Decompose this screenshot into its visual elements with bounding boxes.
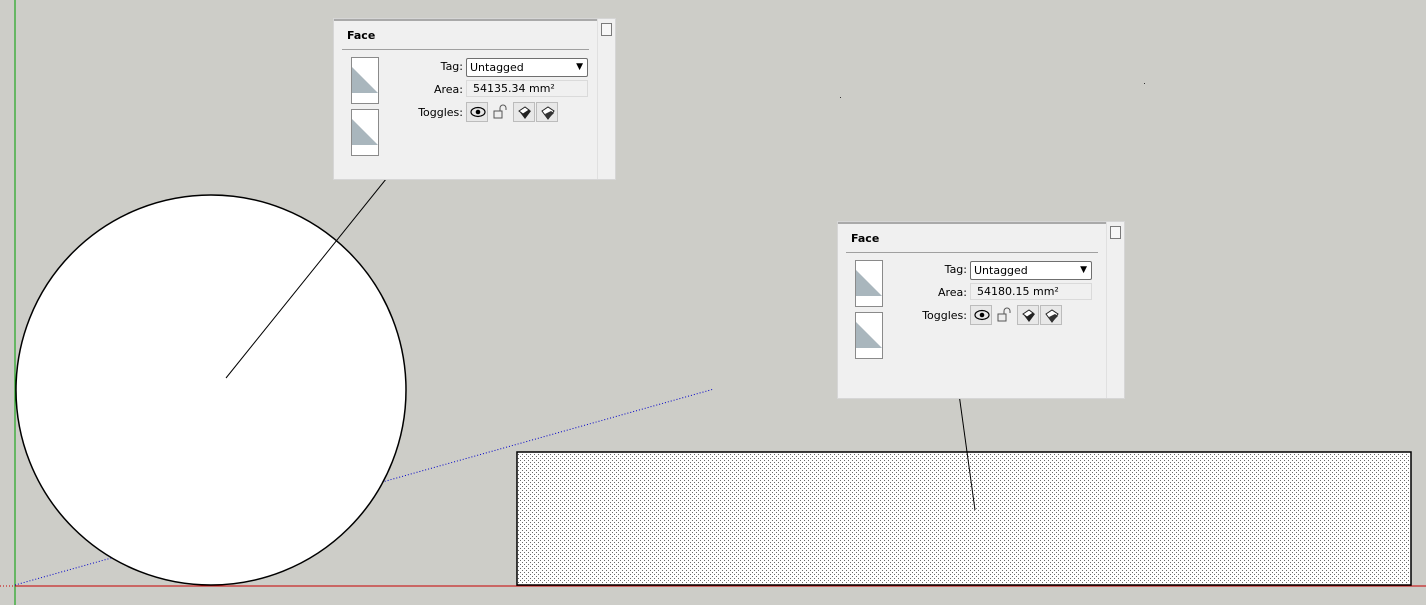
lock-toggle-button[interactable] [489,102,511,122]
title-separator [846,252,1098,253]
stray-pixel [1144,83,1145,84]
eye-icon [974,309,990,321]
back-material-swatch[interactable] [855,312,883,359]
lock-icon [493,104,507,119]
area-label: Area: [937,286,967,299]
tag-select[interactable]: Untagged ▼ [970,261,1092,280]
cast-shadows-icon [1022,309,1035,322]
cast-shadows-toggle-button[interactable] [513,102,535,122]
toggles-label: Toggles: [922,309,967,322]
eye-icon [470,106,486,118]
visible-toggle-button[interactable] [970,305,992,325]
receive-shadows-toggle-button[interactable] [1040,305,1062,325]
rectangle-face-selection-pattern [518,453,1410,584]
circle-face[interactable] [15,194,407,586]
area-value: 54135.34 mm² [473,82,555,95]
tag-label: Tag: [440,60,463,73]
area-label: Area: [433,83,463,96]
back-material-swatch[interactable] [351,109,379,156]
area-field: 54135.34 mm² [466,80,588,97]
area-field: 54180.15 mm² [970,283,1092,300]
area-value: 54180.15 mm² [977,285,1059,298]
scroll-thumb[interactable] [601,23,612,36]
scroll-thumb[interactable] [1110,226,1121,239]
tag-select-value: Untagged [974,264,1028,277]
panel-title: Face [347,29,376,42]
front-material-swatch[interactable] [855,260,883,307]
receive-shadows-toggle-button[interactable] [536,102,558,122]
chevron-down-icon: ▼ [576,62,583,72]
panel-scrollbar[interactable] [1106,222,1124,398]
receive-shadows-icon [1045,309,1059,323]
stray-pixel [840,97,841,98]
panel-title: Face [851,232,880,245]
visible-toggle-button[interactable] [466,102,488,122]
receive-shadows-icon [541,106,555,120]
panel-top-edge [334,19,615,21]
modeling-viewport[interactable] [0,0,1426,605]
face-info-panel-2: Face Tag: Untagged ▼ Area: 54180.15 mm² … [837,221,1125,399]
cast-shadows-toggle-button[interactable] [1017,305,1039,325]
front-material-swatch[interactable] [351,57,379,104]
lock-toggle-button[interactable] [993,305,1015,325]
tag-select-value: Untagged [470,61,524,74]
tag-label: Tag: [944,263,967,276]
lock-icon [997,307,1011,322]
face-info-panel-1: Face Tag: Untagged ▼ Area: 54135.34 mm² … [333,18,616,180]
cast-shadows-icon [518,106,531,119]
tag-select[interactable]: Untagged ▼ [466,58,588,77]
chevron-down-icon: ▼ [1080,265,1087,275]
title-separator [342,49,589,50]
panel-scrollbar[interactable] [597,19,615,179]
panel-top-edge [838,222,1124,224]
toggles-label: Toggles: [418,106,463,119]
